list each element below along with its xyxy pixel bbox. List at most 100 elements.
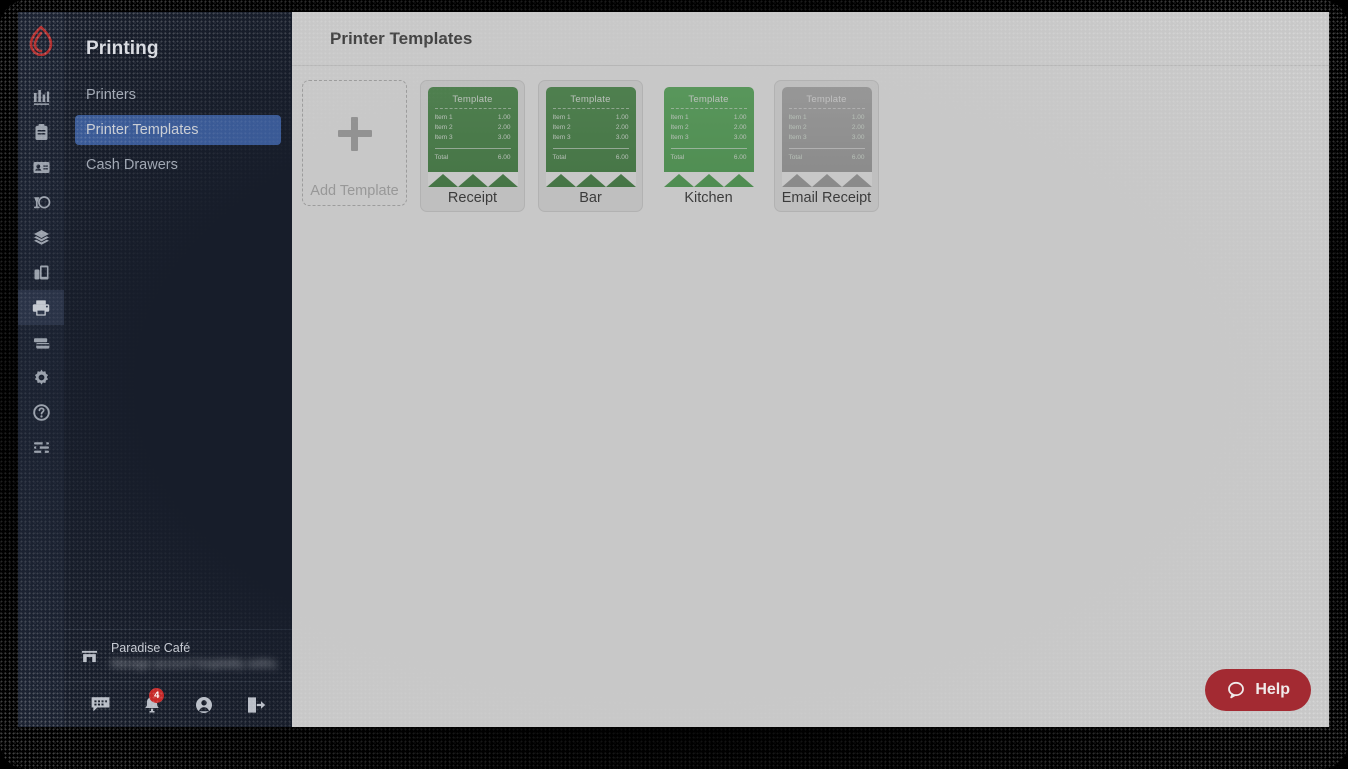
rail-wine-glass-icon[interactable] bbox=[18, 185, 64, 220]
receipt-item-price: 2.00 bbox=[851, 124, 865, 132]
receipt-item-price: 3.00 bbox=[733, 134, 747, 142]
receipt-title: Template bbox=[688, 94, 729, 105]
sidebar: Printing Printers Printer Templates Cash… bbox=[64, 12, 292, 727]
template-card-bar[interactable]: Template Item 1 1.00 Item 2 2.00 Item 3 … bbox=[538, 80, 643, 212]
receipt-item-price: 1.00 bbox=[733, 114, 747, 121]
icon-rail bbox=[18, 12, 64, 727]
template-card-email-receipt[interactable]: Template Item 1 1.00 Item 2 2.00 Item 3 … bbox=[774, 80, 879, 212]
receipt-total-label: Total bbox=[552, 154, 567, 162]
receipt-item-name: Item 3 bbox=[670, 134, 689, 142]
receipt-item-price: 1.00 bbox=[497, 114, 511, 121]
rail-list-settings-icon[interactable] bbox=[18, 430, 64, 465]
store-selector[interactable]: Paradise Café Manage account hospitality… bbox=[64, 629, 292, 681]
rail-reports-chart-icon[interactable] bbox=[18, 80, 64, 115]
receipt-item-row: Item 3 3.00 bbox=[435, 133, 511, 143]
receipt-item-row: Item 2 2.00 bbox=[789, 123, 865, 133]
receipt-item-name: Item 3 bbox=[552, 134, 571, 142]
rail-printer-icon[interactable] bbox=[18, 290, 64, 325]
sidebar-title: Printing bbox=[86, 38, 159, 59]
receipt-item-row: Item 1 1.00 bbox=[671, 113, 747, 123]
sidebar-footer: 4 bbox=[64, 681, 292, 727]
receipt-title: Template bbox=[452, 94, 493, 105]
footer-bell-notification-icon[interactable]: 4 bbox=[142, 687, 165, 715]
receipt-item-row: Item 3 3.00 bbox=[671, 133, 747, 143]
lightspeed-flame-logo[interactable] bbox=[18, 12, 64, 70]
rail-payment-cards-icon[interactable] bbox=[18, 325, 64, 360]
sidebar-item-label: Printer Templates bbox=[86, 122, 199, 138]
receipt-torn-edge bbox=[545, 172, 636, 187]
store-name: Paradise Café bbox=[110, 641, 191, 655]
receipt-title: Template bbox=[570, 94, 611, 105]
rail-gear-icon[interactable] bbox=[18, 360, 64, 395]
rail-layers-icon[interactable] bbox=[18, 220, 64, 255]
receipt-item-name: Item 1 bbox=[434, 114, 453, 121]
sidebar-item-label: Cash Drawers bbox=[86, 157, 178, 173]
receipt-item-name: Item 1 bbox=[552, 114, 571, 121]
receipt-item-row: Item 2 2.00 bbox=[435, 123, 511, 133]
receipt-total-label: Total bbox=[670, 154, 685, 162]
receipt-divider-dashed bbox=[434, 108, 511, 109]
receipt-item-row: Item 1 1.00 bbox=[789, 113, 865, 123]
receipt-item-row: Item 1 1.00 bbox=[435, 113, 511, 123]
receipt-item-row: Item 3 3.00 bbox=[553, 133, 629, 143]
receipt-item-price: 1.00 bbox=[615, 114, 629, 121]
receipt-preview: Template Item 1 1.00 Item 2 2.00 Item 3 … bbox=[663, 87, 754, 187]
sidebar-item-printers[interactable]: Printers bbox=[75, 80, 281, 110]
receipt-item-name: Item 1 bbox=[670, 114, 689, 121]
footer-user-account-icon[interactable] bbox=[194, 695, 214, 715]
main-content: Printer Templates Add Template Template bbox=[292, 12, 1329, 727]
template-card-label: Receipt bbox=[447, 190, 498, 206]
receipt-item-row: Item 1 1.00 bbox=[553, 113, 629, 123]
rail-clipboard-icon[interactable] bbox=[18, 115, 64, 150]
chat-bubble-icon bbox=[1228, 681, 1245, 699]
receipt-torn-edge bbox=[781, 172, 872, 187]
sidebar-item-printer-templates[interactable]: Printer Templates bbox=[75, 115, 281, 145]
receipt-preview: Template Item 1 1.00 Item 2 2.00 Item 3 … bbox=[545, 87, 636, 187]
receipt-item-price: 3.00 bbox=[615, 134, 629, 142]
help-widget-button[interactable]: Help bbox=[1205, 669, 1311, 711]
add-template-label: Add Template bbox=[310, 183, 399, 199]
receipt-item-name: Item 3 bbox=[788, 134, 807, 142]
sidebar-item-cash-drawers[interactable]: Cash Drawers bbox=[75, 150, 281, 180]
template-card-label: Bar bbox=[579, 190, 602, 206]
footer-chat-bubble-icon[interactable] bbox=[90, 695, 111, 714]
template-card-receipt[interactable]: Template Item 1 1.00 Item 2 2.00 Item 3 … bbox=[420, 80, 525, 212]
rail-devices-icon[interactable] bbox=[18, 255, 64, 290]
receipt-total-row: Total 6.00 bbox=[671, 153, 747, 163]
rail-contact-card-icon[interactable] bbox=[18, 150, 64, 185]
receipt-divider-dashed bbox=[552, 108, 629, 109]
receipt-item-name: Item 2 bbox=[552, 124, 571, 132]
receipt-preview: Template Item 1 1.00 Item 2 2.00 Item 3 … bbox=[781, 87, 872, 187]
receipt-divider-solid bbox=[788, 148, 865, 150]
app-window: Printing Printers Printer Templates Cash… bbox=[18, 12, 1329, 727]
receipt-total-row: Total 6.00 bbox=[553, 153, 629, 163]
receipt-item-row: Item 2 2.00 bbox=[671, 123, 747, 133]
rail-help-circle-icon[interactable] bbox=[18, 395, 64, 430]
receipt-item-name: Item 2 bbox=[670, 124, 689, 132]
templates-panel: Add Template Template Item 1 1.00 Item 2… bbox=[292, 66, 1329, 727]
receipt-preview: Template Item 1 1.00 Item 2 2.00 Item 3 … bbox=[427, 87, 518, 187]
receipt-item-price: 3.00 bbox=[851, 134, 865, 142]
page-title: Printer Templates bbox=[330, 28, 473, 48]
main-header: Printer Templates bbox=[292, 12, 1329, 66]
notification-badge: 4 bbox=[149, 687, 165, 703]
template-card-label: Kitchen bbox=[684, 190, 733, 206]
receipt-total-value: 6.00 bbox=[851, 154, 865, 162]
device-frame: Printing Printers Printer Templates Cash… bbox=[0, 0, 1348, 769]
receipt-total-label: Total bbox=[434, 154, 449, 162]
receipt-item-name: Item 1 bbox=[788, 114, 807, 121]
receipt-item-row: Item 3 3.00 bbox=[789, 133, 865, 143]
receipt-item-price: 3.00 bbox=[497, 134, 511, 142]
receipt-divider-solid bbox=[434, 148, 511, 150]
store-text: Paradise Café Manage account hospitality… bbox=[111, 641, 276, 670]
receipt-divider-solid bbox=[670, 148, 747, 150]
plus-icon bbox=[337, 117, 372, 151]
help-label: Help bbox=[1255, 681, 1290, 698]
template-card-label: Email Receipt bbox=[781, 190, 872, 206]
receipt-total-row: Total 6.00 bbox=[435, 153, 511, 163]
footer-logout-icon[interactable] bbox=[245, 695, 266, 715]
template-card-kitchen[interactable]: Template Item 1 1.00 Item 2 2.00 Item 3 … bbox=[656, 80, 761, 212]
receipt-divider-dashed bbox=[788, 108, 865, 109]
add-template-card[interactable]: Add Template bbox=[302, 80, 407, 206]
receipt-total-value: 6.00 bbox=[615, 154, 629, 162]
